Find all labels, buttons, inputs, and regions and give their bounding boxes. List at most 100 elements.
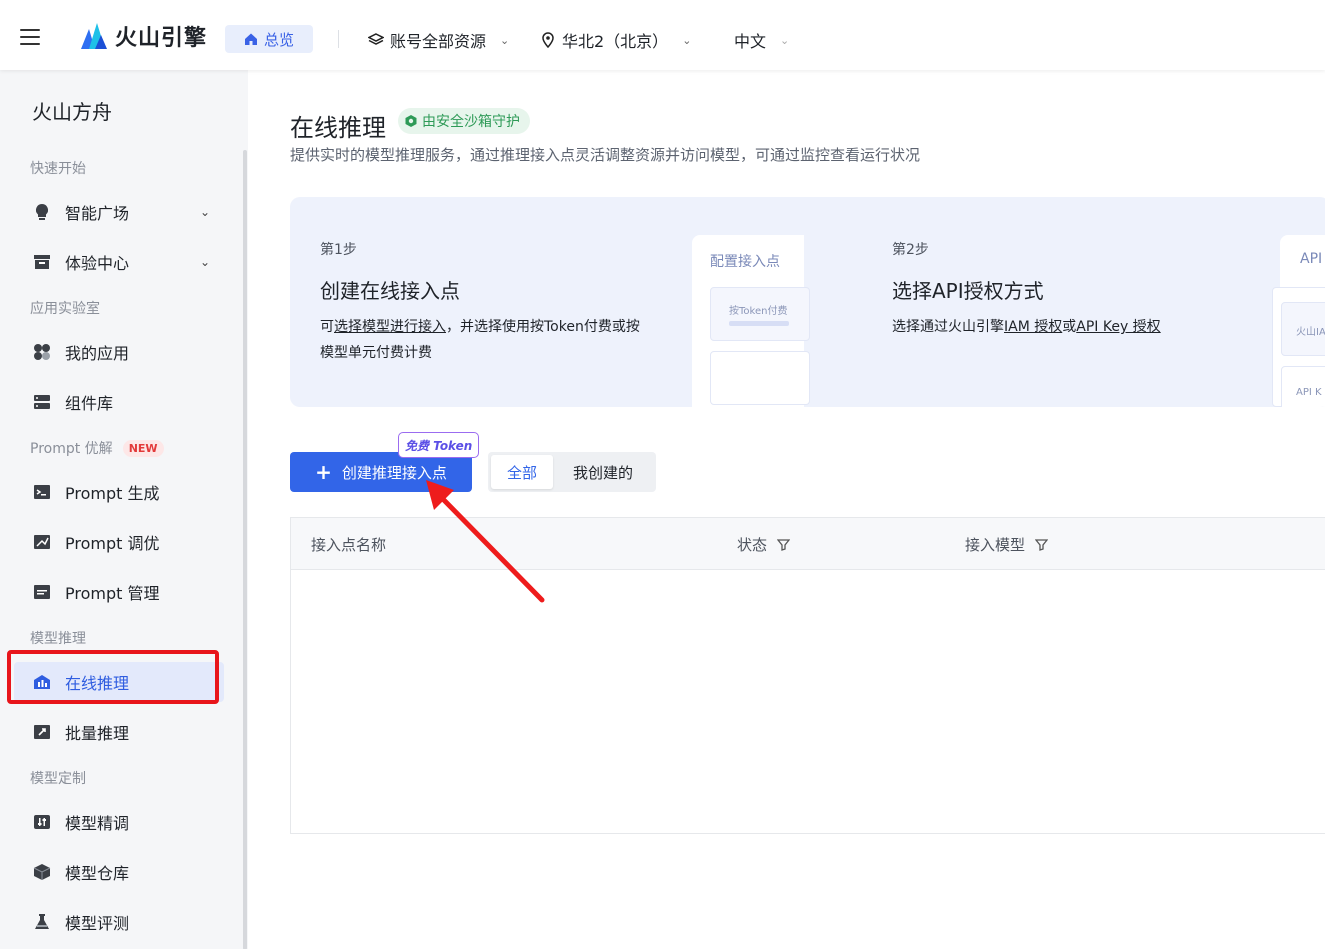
step1-desc-text: ，并选择使用按Token付费或按 — [446, 319, 640, 335]
create-endpoint-label: 创建推理接入点 — [341, 463, 447, 482]
flask-icon — [32, 912, 52, 932]
sidebar-item-prompt-generate[interactable]: Prompt 生成 — [14, 472, 224, 512]
iam-auth-link[interactable]: IAM 授权 — [1004, 319, 1062, 335]
sidebar-item-label: 智能广场 — [65, 204, 130, 223]
chevron-down-icon: ⌄ — [500, 33, 510, 47]
overview-label: 总览 — [263, 30, 294, 49]
language-label: 中文 — [734, 32, 767, 51]
sidebar-item-experience-center[interactable]: 体验中心 ⌄ — [14, 242, 224, 282]
region-dropdown[interactable]: 华北2（北京） ⌄ — [540, 28, 691, 52]
language-dropdown[interactable]: 中文 ⌄ — [734, 28, 789, 52]
sidebar-item-label: 我的应用 — [65, 344, 130, 363]
sidebar-item-label: 组件库 — [65, 394, 114, 413]
chevron-down-icon: ⌄ — [780, 33, 790, 47]
sidebar-item-label: Prompt 管理 — [65, 584, 160, 603]
column-header-model: 接入模型 — [965, 534, 1049, 555]
sidebar-scrollbar[interactable] — [243, 150, 247, 949]
shield-hex-icon — [405, 115, 417, 127]
archive-box-icon — [32, 252, 52, 272]
column-header-label: 接入点名称 — [311, 536, 387, 554]
sidebar-title: 火山方舟 — [32, 100, 112, 124]
hamburger-menu-icon[interactable] — [20, 29, 40, 45]
location-pin-icon — [542, 32, 554, 48]
filter-mine-tab[interactable]: 我创建的 — [553, 455, 653, 489]
rocket-icon — [32, 722, 52, 742]
chevron-down-icon: ⌄ — [199, 255, 210, 269]
step1-description: 可选择模型进行接入，并选择使用按Token付费或按 模型单元付费计费 — [320, 314, 680, 366]
step1-desc-text: 模型单元付费计费 — [320, 345, 432, 361]
sidebar-item-prompt-manage[interactable]: Prompt 管理 — [14, 572, 224, 612]
overview-button[interactable]: 总览 — [225, 25, 313, 53]
free-token-tag: 免费 Token — [398, 432, 480, 458]
sidebar-item-smart-square[interactable]: 智能广场 ⌄ — [14, 192, 224, 232]
brand-logo[interactable]: 火山引擎 — [79, 20, 207, 52]
sidebar-item-my-apps[interactable]: 我的应用 — [14, 332, 224, 372]
step2-illustration: API 火山IA API K — [1272, 235, 1325, 407]
page-title: 在线推理 — [290, 114, 386, 142]
lightbulb-icon — [32, 202, 52, 222]
sidebar-item-label: Prompt 生成 — [65, 484, 160, 503]
server-stack-icon — [32, 392, 52, 412]
step2-desc-text: 选择通过火山引擎 — [892, 319, 1004, 335]
section-quick-start: 快速开始 — [30, 161, 86, 177]
volcano-logo-icon — [81, 23, 107, 49]
mock-config-label: 配置接入点 — [710, 254, 780, 270]
ownership-filter: 全部 我创建的 — [488, 452, 656, 492]
sidebar-item-fine-tune[interactable]: 模型精调 — [14, 802, 224, 842]
sidebar-item-label: Prompt 调优 — [65, 534, 160, 553]
page-description: 提供实时的模型推理服务，通过推理接入点灵活调整资源并访问模型，可通过监控查看运行… — [290, 146, 921, 164]
account-scope-dropdown[interactable]: 账号全部资源 ⌄ — [368, 28, 509, 52]
plus-icon: + — [315, 460, 332, 484]
mock-token-card: 按Token付费 — [710, 287, 810, 341]
chevron-down-icon: ⌄ — [682, 33, 692, 47]
region-label: 华北2（北京） — [562, 32, 669, 51]
sidebar-item-label: 体验中心 — [65, 254, 130, 273]
select-model-link[interactable]: 选择模型进行接入 — [334, 319, 446, 335]
sidebar-item-prompt-tune[interactable]: Prompt 调优 — [14, 522, 224, 562]
mock-apikey-card: API K — [1281, 366, 1325, 407]
prompt-tune-icon — [32, 532, 52, 552]
column-header-label: 状态 — [737, 536, 768, 554]
sidebar-item-label: 模型评测 — [65, 914, 130, 933]
mock-empty-card — [710, 351, 810, 405]
sidebar: 火山方舟 快速开始 智能广场 ⌄ 体验中心 ⌄ 应用实验室 我的应用 组件库 P… — [0, 70, 248, 949]
mock-apikey-label: API K — [1296, 387, 1322, 398]
mock-api-label: API — [1300, 251, 1323, 267]
chevron-down-icon: ⌄ — [199, 205, 210, 219]
account-scope-label: 账号全部资源 — [390, 32, 487, 51]
sidebar-item-label: 模型精调 — [65, 814, 130, 833]
step2-number: 第2步 — [892, 242, 929, 258]
top-divider — [338, 30, 339, 48]
apps-grid-icon — [32, 342, 52, 362]
guide-banner: 第1步 创建在线接入点 可选择模型进行接入，并选择使用按Token付费或按 模型… — [290, 197, 1325, 407]
filter-icon[interactable] — [1035, 538, 1049, 551]
step2-desc-text: 或 — [1062, 319, 1077, 335]
mock-iam-label: 火山IA — [1296, 327, 1325, 338]
mock-auth-panel: 火山IA API K — [1272, 287, 1325, 407]
sidebar-item-online-inference[interactable]: 在线推理 — [14, 662, 224, 702]
sidebar-item-batch-inference[interactable]: 批量推理 — [14, 712, 224, 752]
sidebar-item-components[interactable]: 组件库 — [14, 382, 224, 422]
section-model-inference: 模型推理 — [30, 631, 86, 647]
filter-icon[interactable] — [777, 538, 791, 551]
layers-icon — [368, 33, 384, 45]
table-header: 接入点名称 状态 接入模型 — [291, 518, 1325, 570]
sidebar-item-model-repo[interactable]: 模型仓库 — [14, 852, 224, 892]
top-bar: 火山引擎 总览 账号全部资源 ⌄ 华北2（北京） ⌄ 中文 ⌄ — [0, 0, 1325, 70]
sliders-icon — [32, 812, 52, 832]
step1-illustration: 配置接入点 按Token付费 — [692, 235, 810, 407]
create-endpoint-button[interactable]: + 创建推理接入点 — [290, 452, 472, 492]
api-key-auth-link[interactable]: API Key 授权 — [1076, 319, 1160, 335]
step2-description: 选择通过火山引擎IAM 授权或API Key 授权 — [892, 314, 1161, 340]
section-prompt-label: Prompt 优解 — [30, 441, 113, 457]
section-model-custom: 模型定制 — [30, 771, 86, 787]
column-header-name: 接入点名称 — [311, 534, 386, 555]
step1-title: 创建在线接入点 — [320, 279, 460, 303]
column-header-label: 接入模型 — [965, 536, 1026, 554]
sidebar-item-model-eval[interactable]: 模型评测 — [14, 902, 224, 942]
sidebar-item-label: 模型仓库 — [65, 864, 130, 883]
step2-title: 选择API授权方式 — [892, 279, 1044, 303]
step1-desc-text: 可 — [320, 319, 334, 335]
filter-all-tab[interactable]: 全部 — [491, 455, 553, 489]
step1-number: 第1步 — [320, 242, 357, 258]
